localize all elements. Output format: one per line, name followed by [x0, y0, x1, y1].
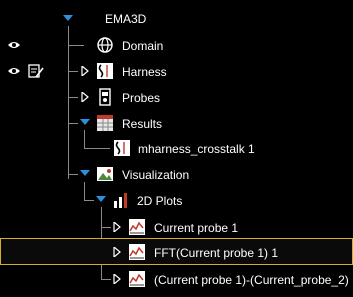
- expand-arrow-icon[interactable]: [80, 92, 90, 102]
- tree-line: [84, 200, 94, 201]
- tree-line: [84, 182, 85, 200]
- tree-line: [68, 97, 78, 98]
- bar-chart-icon: [114, 193, 127, 208]
- tree-item-plot-current-probe[interactable]: Current probe 1: [154, 221, 238, 235]
- eye-icon[interactable]: [7, 40, 21, 50]
- tree-item-visualization[interactable]: Visualization: [122, 168, 189, 182]
- tree-line: [68, 45, 84, 46]
- collapse-arrow-icon[interactable]: [96, 195, 106, 205]
- line-plot-icon: [129, 244, 145, 260]
- line-plot-icon: [129, 271, 145, 287]
- tree-line: [84, 130, 85, 148]
- harness-icon: [114, 140, 130, 156]
- collapse-arrow-icon[interactable]: [63, 14, 73, 24]
- edit-icon[interactable]: [27, 62, 45, 80]
- tree-line: [84, 148, 110, 149]
- tree-item-domain[interactable]: Domain: [122, 39, 163, 53]
- tree-line: [101, 279, 111, 280]
- tree-line: [68, 174, 78, 175]
- tree-item-harness[interactable]: Harness: [122, 65, 167, 79]
- tree-item-plot-difference[interactable]: (Current probe 1)-(Current_probe_2): [154, 273, 349, 287]
- tree-root-label[interactable]: EMA3D: [105, 12, 146, 26]
- expand-arrow-icon[interactable]: [112, 247, 122, 257]
- tree-line: [68, 123, 78, 124]
- tree-item-2d-plots[interactable]: 2D Plots: [137, 194, 182, 208]
- expand-arrow-icon[interactable]: [112, 222, 122, 232]
- tree-item-results[interactable]: Results: [122, 117, 162, 131]
- tree-line: [101, 227, 111, 228]
- expand-arrow-icon[interactable]: [112, 274, 122, 284]
- results-table-icon: [97, 115, 113, 131]
- project-tree: EMA3D Domain Harness Probes Results mhar…: [0, 0, 353, 297]
- eye-icon[interactable]: [7, 66, 21, 76]
- tree-line: [68, 71, 78, 72]
- collapse-arrow-icon[interactable]: [80, 118, 90, 128]
- harness-icon: [97, 63, 113, 79]
- probe-icon: [99, 88, 111, 106]
- collapse-arrow-icon[interactable]: [80, 169, 90, 179]
- tree-item-probes[interactable]: Probes: [122, 91, 160, 105]
- tree-item-mharness-crosstalk[interactable]: mharness_crosstalk 1: [138, 142, 255, 156]
- tree-line: [68, 26, 69, 179]
- line-plot-icon: [129, 219, 145, 235]
- globe-icon: [97, 37, 113, 53]
- expand-arrow-icon[interactable]: [80, 66, 90, 76]
- tree-item-plot-fft[interactable]: FFT(Current probe 1) 1: [154, 246, 278, 260]
- image-icon: [97, 167, 113, 181]
